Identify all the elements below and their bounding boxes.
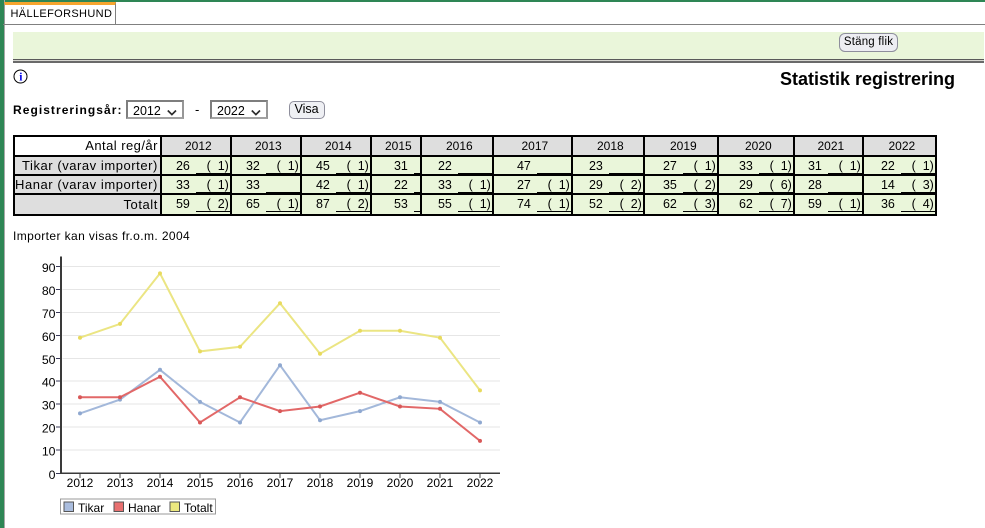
svg-text:40: 40	[42, 376, 56, 390]
svg-text:Hanar: Hanar	[128, 501, 161, 515]
svg-text:80: 80	[42, 284, 56, 298]
svg-text:2012: 2012	[67, 476, 94, 490]
svg-text:70: 70	[42, 307, 56, 321]
svg-text:2017: 2017	[267, 476, 294, 490]
svg-text:60: 60	[42, 330, 56, 344]
svg-text:2016: 2016	[227, 476, 254, 490]
svg-text:2021: 2021	[427, 476, 454, 490]
svg-text:2018: 2018	[307, 476, 334, 490]
svg-text:Tikar: Tikar	[78, 501, 104, 515]
svg-text:10: 10	[42, 445, 56, 459]
svg-text:2014: 2014	[147, 476, 174, 490]
svg-text:90: 90	[42, 261, 56, 275]
svg-text:2019: 2019	[347, 476, 374, 490]
svg-text:2020: 2020	[387, 476, 414, 490]
svg-text:Totalt: Totalt	[184, 501, 213, 515]
svg-text:2022: 2022	[467, 476, 494, 490]
svg-text:30: 30	[42, 399, 56, 413]
svg-text:20: 20	[42, 422, 56, 436]
svg-text:50: 50	[42, 353, 56, 367]
svg-text:2013: 2013	[107, 476, 134, 490]
svg-text:2015: 2015	[187, 476, 214, 490]
svg-text:0: 0	[49, 468, 56, 482]
